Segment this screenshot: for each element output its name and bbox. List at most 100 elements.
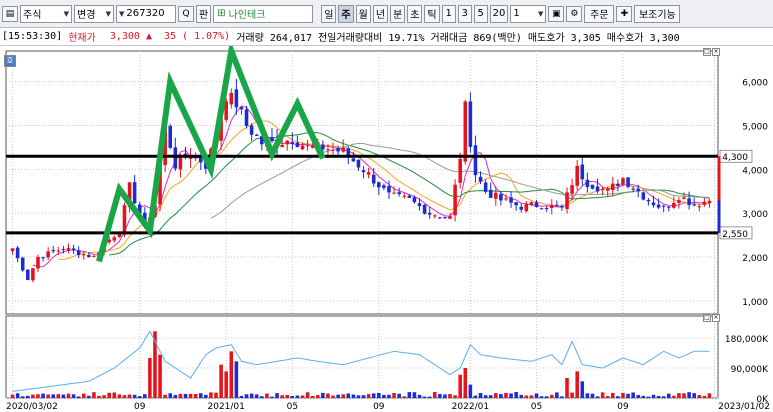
volume-panel-restore-icon[interactable]: □ xyxy=(703,314,711,322)
candle-body xyxy=(427,212,432,215)
volume-bar xyxy=(407,392,412,398)
mode-select[interactable]: 변경 ▼ xyxy=(74,4,114,23)
date-tick-label: 2021/01 xyxy=(208,402,245,412)
volume-bar xyxy=(26,395,30,398)
volume-bar xyxy=(163,394,167,398)
volume-bar xyxy=(422,396,427,398)
volume-bar xyxy=(315,395,320,398)
volume-bar xyxy=(514,392,518,398)
candle-body xyxy=(392,192,396,194)
volume-bar xyxy=(539,396,544,398)
candle-body xyxy=(371,174,376,184)
period-year-button[interactable]: 년 xyxy=(372,4,389,23)
candle-body xyxy=(672,202,676,208)
interval-5-button[interactable]: 5 xyxy=(473,4,488,23)
stock-code-input[interactable]: ▼ 267320 xyxy=(116,4,176,23)
date-tick-label: 2022/01 xyxy=(452,402,489,412)
price-tick-label: 6,000 xyxy=(742,79,768,89)
volume-bar xyxy=(524,395,529,398)
candle-body xyxy=(570,185,574,194)
date-tick-label: 09 xyxy=(617,402,629,412)
volume-bar xyxy=(310,395,315,398)
candle-body xyxy=(36,256,40,269)
volume-bar xyxy=(656,395,661,398)
volume-bar xyxy=(590,393,595,398)
price-panel-close-icon[interactable]: × xyxy=(712,48,720,56)
settings-icon[interactable]: ⚙ xyxy=(566,5,583,22)
aux-function-button[interactable]: 보조기능 xyxy=(634,4,681,23)
volume-bar xyxy=(239,395,244,398)
trade-amount-text: 거래대금 869(백만) xyxy=(430,33,522,44)
chart-menu-icon[interactable]: ▤ xyxy=(2,5,18,22)
candle-body xyxy=(402,195,407,197)
period-month-button[interactable]: 월 xyxy=(355,4,371,23)
candle-body xyxy=(66,248,71,251)
volume-bar xyxy=(254,394,259,398)
volume-bar xyxy=(555,392,559,398)
period-week-button[interactable]: 주 xyxy=(338,4,354,23)
volume-bar xyxy=(702,395,707,398)
candle-body xyxy=(666,206,671,208)
volume-bar xyxy=(483,395,488,398)
period-tick-button[interactable]: 틱 xyxy=(424,4,440,23)
candle-body xyxy=(514,202,518,206)
volume-bar xyxy=(295,395,300,398)
interval-3-button[interactable]: 3 xyxy=(457,4,472,23)
volume-bar xyxy=(92,392,96,398)
volume-bar xyxy=(46,394,50,398)
period-minute-button[interactable]: 분 xyxy=(390,4,406,23)
price-panel-restore-icon[interactable]: □ xyxy=(703,48,711,56)
interval-1-button[interactable]: 1 xyxy=(441,4,456,23)
period-second-button[interactable]: 초 xyxy=(407,4,423,23)
volume-bar xyxy=(158,354,162,398)
price-change: 35 ( 1.07%) xyxy=(163,31,231,42)
candle-body xyxy=(631,188,635,190)
candle-body xyxy=(544,208,549,210)
count-select[interactable]: 1 ▼ xyxy=(510,4,547,23)
search-icon[interactable]: Q xyxy=(178,5,194,22)
candle-body xyxy=(382,185,386,188)
price-tick-label: 2,000 xyxy=(742,254,768,264)
volume-bar xyxy=(432,392,437,398)
quote-time: [15:53:30] xyxy=(2,31,63,42)
volume-bar xyxy=(234,361,239,398)
add-icon[interactable]: ✚ xyxy=(616,5,633,22)
candle-body xyxy=(697,206,702,208)
volume-bar xyxy=(605,396,610,398)
candle-body xyxy=(494,192,498,199)
volume-bar xyxy=(260,396,264,398)
volume-bar xyxy=(453,395,457,398)
volume-bar xyxy=(697,395,702,398)
market-select[interactable]: 주식 ▼ xyxy=(20,4,72,23)
candle-body xyxy=(87,255,91,257)
candle-body xyxy=(71,248,76,251)
candle-body xyxy=(524,203,529,212)
volume-bar xyxy=(361,395,366,398)
volume-bar xyxy=(463,368,468,398)
date-tick-label: 09 xyxy=(373,402,385,412)
candle-body xyxy=(504,198,508,200)
candle-body xyxy=(234,89,239,108)
candle-body xyxy=(249,125,254,135)
candle-body xyxy=(534,202,539,207)
candle-body xyxy=(122,205,127,235)
save-icon[interactable]: ▣ xyxy=(548,5,565,22)
order-button[interactable]: 주문 xyxy=(584,4,615,23)
candle-body xyxy=(590,184,595,189)
volume-panel-frame xyxy=(5,315,719,399)
chart-type-icon[interactable]: 호 xyxy=(4,55,16,67)
volume-panel-close-icon[interactable]: × xyxy=(712,314,720,322)
pan-button[interactable]: 판 xyxy=(196,4,212,23)
volume-tick-label: 180,000K xyxy=(725,335,769,345)
interval-20-button[interactable]: 20 xyxy=(489,4,509,23)
volume-bar xyxy=(661,396,666,398)
volume-bar xyxy=(51,394,56,398)
period-day-button[interactable]: 일 xyxy=(321,4,337,23)
volume-bar xyxy=(443,394,447,398)
candle-body xyxy=(438,217,442,219)
candle-body xyxy=(20,257,25,271)
candle-body xyxy=(15,247,20,259)
volume-bar xyxy=(468,384,473,398)
volume-tick-label: 90,000K xyxy=(731,365,769,375)
stock-chart[interactable]: 6,000 5,000 4,000 3,000 2,000 1,000 4,300 2,55… xyxy=(0,46,773,412)
